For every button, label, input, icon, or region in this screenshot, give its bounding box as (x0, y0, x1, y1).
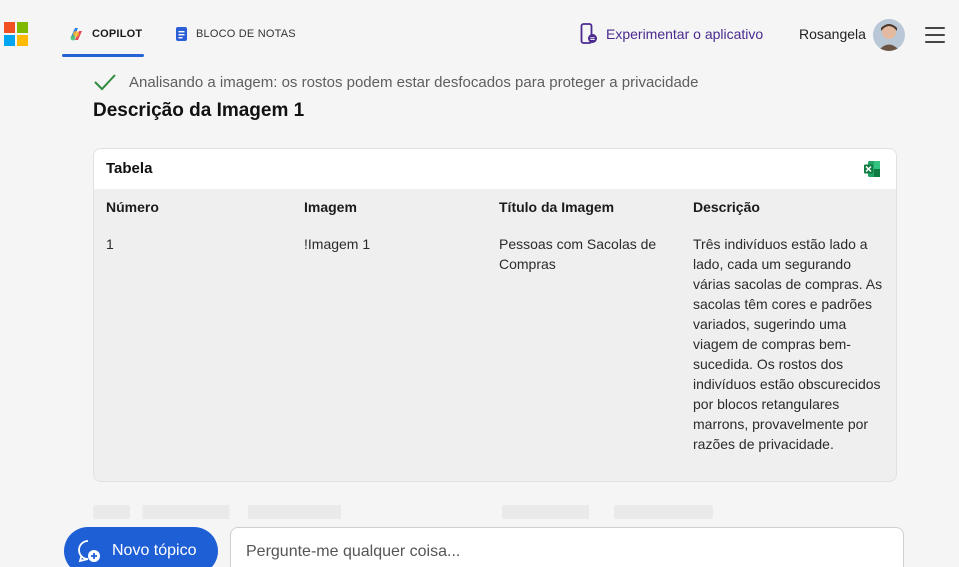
copilot-icon (70, 28, 82, 41)
try-app-label: Experimentar o aplicativo (606, 26, 764, 42)
table-card: Tabela Número Imagem Título da Imagem De… (93, 148, 897, 482)
table-cell-title: Pessoas com Sacolas de Compras (499, 236, 657, 272)
column-header: Número (106, 199, 159, 215)
tab-label: BLOCO DE NOTAS (196, 28, 296, 40)
status-text: Analisando a imagem: os rostos podem est… (129, 73, 699, 91)
new-topic-label: Novo tópico (112, 542, 197, 559)
tab-label: COPILOT (92, 28, 143, 40)
new-chat-icon (78, 540, 100, 563)
column-header: Descrição (693, 199, 760, 215)
response-heading: Descrição da Imagem 1 (93, 100, 305, 121)
tab-notebook[interactable]: BLOCO DE NOTAS (175, 22, 296, 46)
column-header: Imagem (304, 199, 357, 215)
top-bar: COPILOT BLOCO DE NOTAS Experimentar o ap… (0, 0, 959, 66)
user-name[interactable]: Rosangela (799, 26, 866, 42)
try-app-link[interactable]: Experimentar o aplicativo (580, 22, 763, 46)
phone-app-icon (580, 23, 597, 44)
excel-export-icon[interactable] (863, 160, 881, 178)
table-cell-number: 1 (106, 236, 114, 252)
table-cell-image: !Imagem 1 (304, 236, 371, 252)
table-cell-description: Três indivíduos estão lado a lado, cada … (693, 236, 883, 452)
notebook-icon (176, 27, 187, 41)
table-card-header: Tabela (94, 149, 896, 189)
tab-copilot[interactable]: COPILOT (68, 22, 142, 46)
column-header: Título da Imagem (499, 199, 615, 215)
chat-input[interactable] (230, 527, 904, 567)
hamburger-menu-icon[interactable] (925, 27, 945, 43)
new-topic-button[interactable]: Novo tópico (64, 527, 218, 567)
active-tab-indicator (62, 54, 144, 57)
microsoft-logo-icon[interactable] (4, 22, 28, 46)
faded-scroll-content (93, 505, 713, 519)
checkmark-icon (94, 74, 116, 91)
avatar[interactable] (873, 19, 905, 51)
table-title: Tabela (106, 160, 153, 177)
image-analysis-status: Analisando a imagem: os rostos podem est… (93, 73, 699, 91)
